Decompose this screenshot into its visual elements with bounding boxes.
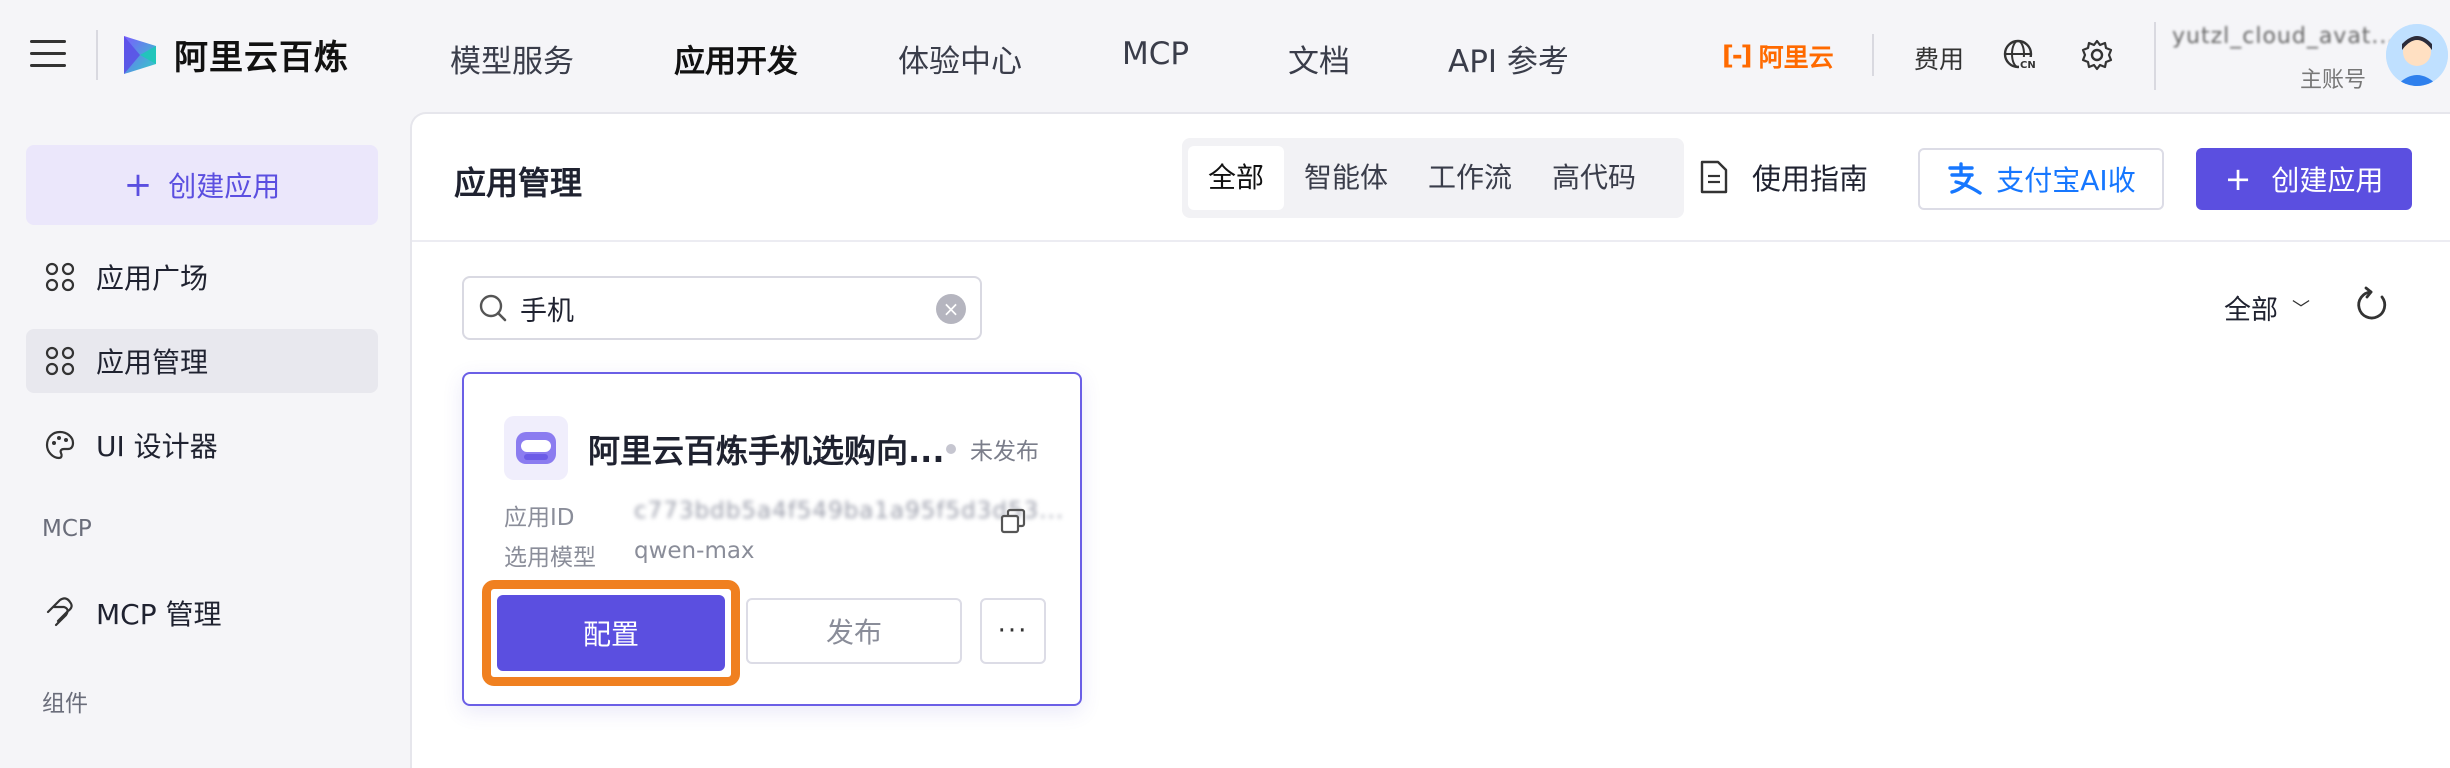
alipay-icon <box>1948 162 1982 195</box>
tab-agent[interactable]: 智能体 <box>1284 146 1408 210</box>
sidebar-item-label: 应用广场 <box>96 262 209 295</box>
status-filter-dropdown[interactable]: 全部 ﹀ <box>2224 288 2310 327</box>
config-highlight: 配置 <box>482 580 740 686</box>
grid-apps-icon <box>45 346 75 376</box>
page-title: 应用管理 <box>454 164 583 202</box>
tab-all[interactable]: 全部 <box>1188 146 1285 210</box>
usage-guide-label: 使用指南 <box>1752 162 1869 196</box>
brand-name: 阿里云百炼 <box>174 38 349 78</box>
more-actions-button[interactable]: ··· <box>980 598 1046 664</box>
create-app-button[interactable]: + 创建应用 <box>2196 148 2412 210</box>
header-divider <box>412 240 2450 242</box>
user-avatar-icon <box>2386 24 2448 86</box>
model-label: 选用模型 <box>504 545 596 571</box>
settings-gear-icon[interactable] <box>2080 38 2114 72</box>
avatar[interactable] <box>2386 24 2448 86</box>
create-app-label: 创建应用 <box>2271 164 2384 197</box>
app-logo <box>504 416 568 480</box>
status-dot <box>946 444 956 454</box>
language-cn-icon[interactable]: CN <box>2002 38 2036 72</box>
tab-high-code[interactable]: 高代码 <box>1532 146 1656 210</box>
copy-icon[interactable] <box>1000 508 1026 534</box>
divider <box>2154 22 2156 90</box>
sidebar-item-label: UI 设计器 <box>96 430 218 463</box>
filter-label: 全部 <box>2224 295 2278 326</box>
refresh-icon[interactable] <box>2352 286 2390 324</box>
publish-button[interactable]: 发布 <box>746 598 962 664</box>
divider <box>96 30 98 80</box>
nav-app-development[interactable]: 应用开发 <box>674 36 798 81</box>
sidebar-item-label: 应用管理 <box>96 346 209 379</box>
robot-app-icon <box>516 432 556 464</box>
aliyun-label: 阿里云 <box>1758 43 1834 72</box>
nav-docs[interactable]: 文档 <box>1288 36 1350 81</box>
bailian-logo-icon <box>124 35 156 74</box>
nav-mcp[interactable]: MCP <box>1122 36 1189 72</box>
svg-text:CN: CN <box>2020 60 2036 71</box>
aliyun-logo-icon: [-] <box>1722 41 1753 71</box>
mcp-icon <box>46 597 73 627</box>
aliyun-link[interactable]: [-] 阿里云 <box>1722 38 1834 74</box>
sidebar-item-ui-designer[interactable]: UI 设计器 <box>26 413 378 477</box>
palette-icon <box>45 430 75 460</box>
menu-icon[interactable] <box>30 40 66 70</box>
alipay-ai-button[interactable]: 支付宝AI收 <box>1918 148 2164 210</box>
status-badge: 未发布 <box>970 439 1039 465</box>
fee-link[interactable]: 费用 <box>1914 40 1964 76</box>
grid-apps-icon <box>45 262 75 292</box>
sidebar-group-components: 组件 <box>42 691 88 717</box>
usage-guide-link[interactable]: 使用指南 <box>1698 156 1868 198</box>
search-box: × <box>462 276 982 340</box>
sidebar-item-app-plaza[interactable]: 应用广场 <box>26 245 378 309</box>
top-bar: 阿里云百炼 模型服务 应用开发 体验中心 MCP 文档 API 参考 [-] 阿… <box>0 0 2450 112</box>
sidebar-group-mcp: MCP <box>42 516 92 542</box>
plus-icon: + <box>2224 160 2252 198</box>
sidebar-create-label: 创建应用 <box>168 170 281 203</box>
nav-model-service[interactable]: 模型服务 <box>450 36 574 81</box>
username[interactable]: yutzl_cloud_avat... <box>2172 24 2395 49</box>
chevron-down-icon: ﹀ <box>2292 298 2310 320</box>
app-card[interactable]: 阿里云百炼手机选购向... 未发布 应用ID c773bdb5a4f549ba1… <box>462 372 1082 706</box>
clear-search-icon[interactable]: × <box>936 294 966 324</box>
tab-workflow[interactable]: 工作流 <box>1408 146 1532 210</box>
app-card-title[interactable]: 阿里云百炼手机选购向... <box>588 426 944 472</box>
sidebar: + 创建应用 应用广场 应用管理 UI 设计器 MCP MCP 管理 组件 <box>0 112 410 768</box>
sidebar-item-label: MCP 管理 <box>96 598 222 631</box>
search-input[interactable] <box>520 292 920 324</box>
search-icon <box>479 294 507 322</box>
alipay-ai-label: 支付宝AI收 <box>1996 164 2136 197</box>
app-type-tabs: 全部 智能体 工作流 高代码 <box>1182 138 1684 218</box>
account-type: 主账号 <box>2300 68 2367 93</box>
brand-logo[interactable]: 阿里云百炼 <box>116 30 349 79</box>
nav-experience-center[interactable]: 体验中心 <box>898 36 1022 81</box>
divider <box>1872 34 1874 76</box>
config-button[interactable]: 配置 <box>497 595 725 671</box>
app-id-label: 应用ID <box>504 505 575 531</box>
nav-api-reference[interactable]: API 参考 <box>1448 36 1569 81</box>
model-value: qwen-max <box>634 538 755 564</box>
sidebar-item-mcp-management[interactable]: MCP 管理 <box>26 581 378 645</box>
sidebar-create-app-button[interactable]: + 创建应用 <box>26 145 378 225</box>
document-icon <box>1700 160 1728 194</box>
main-panel: 应用管理 全部 智能体 工作流 高代码 使用指南 支付宝AI收 + 创建应用 手… <box>410 112 2450 768</box>
sidebar-item-app-management[interactable]: 应用管理 <box>26 329 378 393</box>
plus-icon: + <box>123 165 153 205</box>
